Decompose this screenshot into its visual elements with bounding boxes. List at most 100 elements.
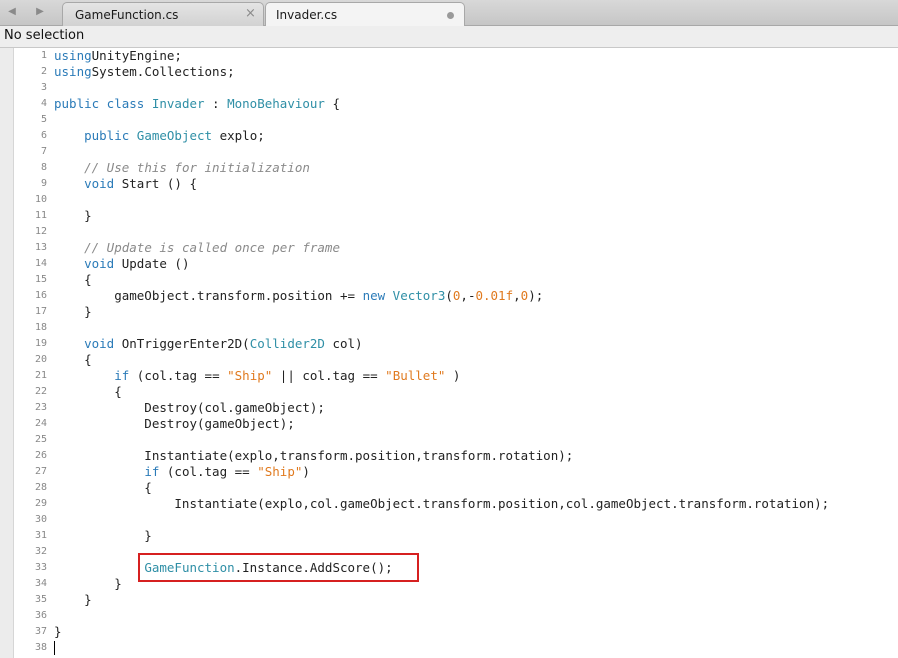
line-number: 22	[34, 386, 47, 397]
code-text: usingUnityEngine;	[54, 48, 182, 63]
code-text: void OnTriggerEnter2D(Collider2D col)	[84, 336, 363, 351]
line-number: 38	[34, 642, 47, 653]
line-number: 29	[34, 498, 47, 509]
forward-arrow-icon[interactable]: ▶	[32, 4, 48, 20]
code-line[interactable]: 17 }	[0, 304, 898, 320]
line-number: 30	[34, 514, 47, 525]
code-text: {	[54, 272, 92, 287]
back-arrow-icon[interactable]: ◀	[4, 4, 20, 20]
code-line[interactable]: 5	[0, 112, 898, 128]
code-line[interactable]: 24 Destroy(gameObject);	[0, 416, 898, 432]
line-number: 16	[34, 290, 47, 301]
tab-bar: ◀ ▶ GameFunction.cs × Invader.cs	[0, 0, 898, 27]
close-icon[interactable]: ×	[245, 6, 256, 21]
line-number: 21	[34, 370, 47, 381]
code-line[interactable]: 16 gameObject.transform.position += new …	[0, 288, 898, 304]
tab-label: GameFunction.cs	[75, 8, 179, 22]
line-number: 31	[34, 530, 47, 541]
selection-status: No selection	[4, 28, 85, 43]
code-line[interactable]: 35 }	[0, 592, 898, 608]
line-number: 10	[34, 194, 47, 205]
status-bar: No selection	[0, 26, 898, 48]
line-number: 9	[40, 178, 47, 189]
code-line[interactable]: 6 public GameObject explo;	[0, 128, 898, 144]
code-line[interactable]: 14 void Update ()	[0, 256, 898, 272]
code-line[interactable]: 3	[0, 80, 898, 96]
code-line[interactable]: 36	[0, 608, 898, 624]
line-number: 4	[40, 98, 47, 109]
code-line[interactable]: 28 {	[0, 480, 898, 496]
code-line[interactable]: 26 Instantiate(explo,transform.position,…	[0, 448, 898, 464]
line-number: 33	[34, 562, 47, 573]
code-text: }	[54, 528, 152, 543]
code-line[interactable]: 20 {	[0, 352, 898, 368]
code-line[interactable]: 2 usingSystem.Collections;	[0, 64, 898, 80]
code-line[interactable]: 4 public class Invader : MonoBehaviour {	[0, 96, 898, 112]
code-text: }	[54, 304, 92, 319]
code-text: if (col.tag == "Ship" || col.tag == "Bul…	[114, 368, 461, 383]
code-line[interactable]: 22 {	[0, 384, 898, 400]
line-number: 35	[34, 594, 47, 605]
line-number: 17	[34, 306, 47, 317]
line-number: 26	[34, 450, 47, 461]
line-number: 6	[40, 130, 47, 141]
code-line[interactable]: 8 // Use this for initialization	[0, 160, 898, 176]
code-text: {	[54, 384, 122, 399]
code-text: {	[54, 352, 92, 367]
text-caret	[54, 641, 55, 655]
code-line[interactable]: 15 {	[0, 272, 898, 288]
code-line[interactable]: 30	[0, 512, 898, 528]
code-line[interactable]: 33 GameFunction.Instance.AddScore();	[0, 560, 898, 576]
line-number: 36	[34, 610, 47, 621]
line-number: 15	[34, 274, 47, 285]
code-line[interactable]: 18	[0, 320, 898, 336]
line-number: 3	[40, 82, 47, 93]
tab-gamefunction[interactable]: GameFunction.cs ×	[62, 2, 264, 26]
code-line[interactable]: 38	[0, 640, 898, 656]
line-number: 8	[40, 162, 47, 173]
code-line[interactable]: 32	[0, 544, 898, 560]
code-text: if (col.tag == "Ship")	[144, 464, 310, 479]
tab-invader[interactable]: Invader.cs	[265, 2, 465, 27]
code-line[interactable]: 23 Destroy(col.gameObject);	[0, 400, 898, 416]
line-number: 2	[40, 66, 47, 77]
code-line[interactable]: 10	[0, 192, 898, 208]
code-line[interactable]: 37}	[0, 624, 898, 640]
code-line[interactable]: 1 usingUnityEngine;	[0, 48, 898, 64]
code-text: Destroy(col.gameObject);	[54, 400, 325, 415]
code-line[interactable]: 31 }	[0, 528, 898, 544]
code-text: {	[54, 480, 152, 495]
code-text: }	[54, 576, 122, 591]
code-line[interactable]: 11 }	[0, 208, 898, 224]
line-number: 34	[34, 578, 47, 589]
line-number: 7	[40, 146, 47, 157]
line-number: 32	[34, 546, 47, 557]
code-text: Instantiate(explo,transform.position,tra…	[54, 448, 574, 463]
code-text: void Update ()	[84, 256, 190, 271]
line-number: 37	[34, 626, 47, 637]
code-line[interactable]: 29 Instantiate(explo,col.gameObject.tran…	[0, 496, 898, 512]
code-line[interactable]: 34 }	[0, 576, 898, 592]
code-text: public GameObject explo;	[84, 128, 265, 143]
unsaved-dot-icon[interactable]	[447, 12, 454, 19]
code-line[interactable]: 7	[0, 144, 898, 160]
code-text: public class Invader : MonoBehaviour {	[54, 96, 341, 111]
code-text: Destroy(gameObject);	[54, 416, 295, 431]
line-number: 27	[34, 466, 47, 477]
code-line[interactable]: 21 if (col.tag == "Ship" || col.tag == "…	[0, 368, 898, 384]
code-text: usingSystem.Collections;	[54, 64, 235, 79]
code-line[interactable]: 27 if (col.tag == "Ship")	[0, 464, 898, 480]
code-line[interactable]: 9 void Start () {	[0, 176, 898, 192]
line-number: 28	[34, 482, 47, 493]
code-line[interactable]: 12	[0, 224, 898, 240]
code-text: }	[54, 592, 92, 607]
line-number: 23	[34, 402, 47, 413]
code-text: gameObject.transform.position += new Vec…	[54, 288, 544, 303]
code-editor[interactable]: 1 usingUnityEngine; 2 usingSystem.Collectio…	[0, 48, 898, 658]
code-text: Instantiate(explo,col.gameObject.transfo…	[54, 496, 830, 511]
code-line[interactable]: 25	[0, 432, 898, 448]
line-number: 13	[34, 242, 47, 253]
code-line[interactable]: 13 // Update is called once per frame	[0, 240, 898, 256]
line-number: 20	[34, 354, 47, 365]
code-line[interactable]: 19 void OnTriggerEnter2D(Collider2D col)	[0, 336, 898, 352]
